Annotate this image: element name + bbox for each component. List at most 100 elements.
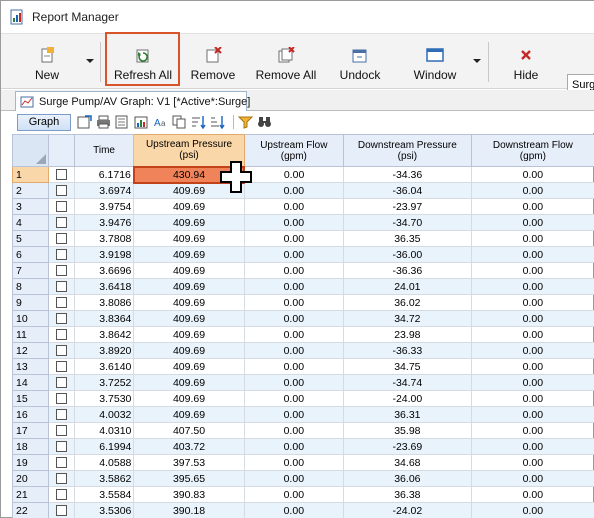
cell-time[interactable]: 6.1716 xyxy=(73,166,135,183)
table-row[interactable]: 13 3.6140 409.69 0.00 34.75 0.00 xyxy=(12,358,594,375)
new-button[interactable]: New xyxy=(27,34,67,90)
row-number[interactable]: 18 xyxy=(12,438,50,455)
cell-time[interactable]: 3.7530 xyxy=(73,390,135,407)
cell-downstream-flow[interactable]: 0.00 xyxy=(470,198,594,215)
cell-upstream-pressure[interactable]: 395.65 xyxy=(133,470,245,487)
row-number[interactable]: 14 xyxy=(12,374,50,391)
cell-upstream-flow[interactable]: 0.00 xyxy=(243,486,344,503)
cell-downstream-pressure[interactable]: -23.69 xyxy=(342,438,472,455)
row-number[interactable]: 22 xyxy=(12,502,50,518)
cell-downstream-pressure[interactable]: 34.75 xyxy=(342,358,472,375)
cell-downstream-pressure[interactable]: 36.06 xyxy=(342,470,472,487)
cell-downstream-flow[interactable]: 0.00 xyxy=(470,470,594,487)
print-icon[interactable] xyxy=(96,115,111,129)
cell-upstream-pressure[interactable]: 409.69 xyxy=(133,294,245,311)
table-row[interactable]: 5 3.7808 409.69 0.00 36.35 0.00 xyxy=(12,230,594,247)
row-checkbox[interactable] xyxy=(55,473,67,485)
table-row[interactable]: 10 3.8364 409.69 0.00 34.72 0.00 xyxy=(12,310,594,327)
table-row[interactable]: 3 3.9754 409.69 0.00 -23.97 0.00 xyxy=(12,198,594,215)
cell-downstream-pressure[interactable]: 36.35 xyxy=(342,230,472,247)
cell-downstream-flow[interactable]: 0.00 xyxy=(470,230,594,247)
row-checkbox[interactable] xyxy=(55,249,67,261)
row-number[interactable]: 15 xyxy=(12,390,50,407)
row-checkbox[interactable] xyxy=(55,233,67,245)
chart-options-icon[interactable] xyxy=(134,115,149,129)
cell-downstream-flow[interactable]: 0.00 xyxy=(470,246,594,263)
cell-upstream-flow[interactable]: 0.00 xyxy=(243,278,344,295)
cell-downstream-flow[interactable]: 0.00 xyxy=(470,374,594,391)
select-all-corner[interactable] xyxy=(12,134,50,167)
cell-downstream-flow[interactable]: 0.00 xyxy=(470,182,594,199)
cell-downstream-pressure[interactable]: -36.36 xyxy=(342,262,472,279)
cell-upstream-flow[interactable]: 0.00 xyxy=(243,294,344,311)
sort-descending-icon[interactable] xyxy=(210,115,225,130)
row-checkbox[interactable] xyxy=(55,185,67,197)
column-header-upstream-flow[interactable]: Upstream Flow (gpm) xyxy=(243,134,344,167)
table-row[interactable]: 8 3.6418 409.69 0.00 24.01 0.00 xyxy=(12,278,594,295)
window-dropdown-arrow[interactable] xyxy=(472,56,482,66)
cell-upstream-pressure[interactable]: 409.69 xyxy=(133,262,245,279)
cell-time[interactable]: 3.9476 xyxy=(73,214,135,231)
cell-upstream-pressure[interactable]: 390.83 xyxy=(133,486,245,503)
filter-icon[interactable] xyxy=(237,115,254,129)
row-checkbox[interactable] xyxy=(55,393,67,405)
cell-upstream-pressure[interactable]: 407.50 xyxy=(133,422,245,439)
cell-upstream-pressure[interactable]: 409.69 xyxy=(133,310,245,327)
row-number[interactable]: 2 xyxy=(12,182,50,199)
cell-upstream-flow[interactable]: 0.00 xyxy=(243,230,344,247)
column-header-time[interactable]: Time xyxy=(73,134,135,167)
properties-icon[interactable] xyxy=(77,115,92,129)
table-row[interactable]: 2 3.6974 409.69 0.00 -36.04 0.00 xyxy=(12,182,594,199)
row-checkbox[interactable] xyxy=(55,345,67,357)
row-number[interactable]: 1 xyxy=(12,166,50,183)
cell-upstream-flow[interactable]: 0.00 xyxy=(243,406,344,423)
row-checkbox[interactable] xyxy=(55,169,67,181)
cell-downstream-flow[interactable]: 0.00 xyxy=(470,278,594,295)
cell-downstream-pressure[interactable]: 24.01 xyxy=(342,278,472,295)
cell-downstream-pressure[interactable]: 36.02 xyxy=(342,294,472,311)
cell-downstream-pressure[interactable]: -23.97 xyxy=(342,198,472,215)
cell-time[interactable]: 4.0588 xyxy=(73,454,135,471)
window-button[interactable]: Window xyxy=(407,34,463,90)
cell-time[interactable]: 4.0032 xyxy=(73,406,135,423)
row-checkbox[interactable] xyxy=(55,441,67,453)
cell-upstream-flow[interactable]: 0.00 xyxy=(243,246,344,263)
cell-downstream-flow[interactable]: 0.00 xyxy=(470,438,594,455)
print-preview-icon[interactable] xyxy=(115,115,130,129)
cell-upstream-flow[interactable]: 0.00 xyxy=(243,214,344,231)
cell-upstream-pressure[interactable]: 403.72 xyxy=(133,438,245,455)
row-checkbox[interactable] xyxy=(55,201,67,213)
row-number[interactable]: 19 xyxy=(12,454,50,471)
cell-downstream-flow[interactable]: 0.00 xyxy=(470,326,594,343)
cell-downstream-flow[interactable]: 0.00 xyxy=(470,342,594,359)
row-number[interactable]: 4 xyxy=(12,214,50,231)
table-row[interactable]: 11 3.8642 409.69 0.00 23.98 0.00 xyxy=(12,326,594,343)
row-checkbox[interactable] xyxy=(55,329,67,341)
cell-downstream-flow[interactable]: 0.00 xyxy=(470,406,594,423)
cell-downstream-pressure[interactable]: -34.74 xyxy=(342,374,472,391)
cell-time[interactable]: 3.6974 xyxy=(73,182,135,199)
cell-time[interactable]: 3.8086 xyxy=(73,294,135,311)
row-checkbox[interactable] xyxy=(55,457,67,469)
cell-downstream-flow[interactable]: 0.00 xyxy=(470,214,594,231)
cell-downstream-flow[interactable]: 0.00 xyxy=(470,422,594,439)
cell-time[interactable]: 3.9754 xyxy=(73,198,135,215)
cell-downstream-flow[interactable]: 0.00 xyxy=(470,294,594,311)
remove-button[interactable]: Remove xyxy=(187,34,239,90)
table-row[interactable]: 9 3.8086 409.69 0.00 36.02 0.00 xyxy=(12,294,594,311)
cell-time[interactable]: 3.5584 xyxy=(73,486,135,503)
cell-downstream-flow[interactable]: 0.00 xyxy=(470,486,594,503)
row-number[interactable]: 3 xyxy=(12,198,50,215)
table-row[interactable]: 4 3.9476 409.69 0.00 -34.70 0.00 xyxy=(12,214,594,231)
cell-downstream-pressure[interactable]: -24.00 xyxy=(342,390,472,407)
cell-downstream-pressure[interactable]: -34.36 xyxy=(342,166,472,183)
row-number[interactable]: 21 xyxy=(12,486,50,503)
row-checkbox[interactable] xyxy=(55,265,67,277)
row-checkbox[interactable] xyxy=(55,505,67,517)
cell-time[interactable]: 4.0310 xyxy=(73,422,135,439)
row-number[interactable]: 7 xyxy=(12,262,50,279)
row-checkbox[interactable] xyxy=(55,425,67,437)
tab-surge-pump-av-graph[interactable]: Surge Pump/AV Graph: V1 [*Active*:Surge] xyxy=(15,91,250,111)
cell-downstream-pressure[interactable]: 23.98 xyxy=(342,326,472,343)
cell-time[interactable]: 6.1994 xyxy=(73,438,135,455)
